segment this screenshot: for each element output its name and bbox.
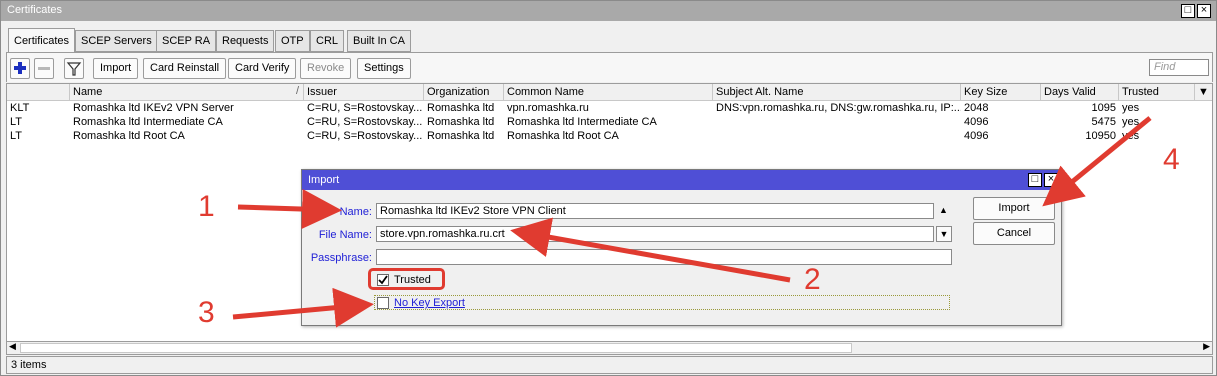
dialog-titlebar[interactable]: Import □ × xyxy=(302,170,1061,190)
col-subject-alt-name[interactable]: Subject Alt. Name xyxy=(713,84,961,101)
file-dropdown-icon[interactable]: ▼ xyxy=(936,226,952,242)
window-titlebar[interactable]: Certificates □ × xyxy=(1,1,1216,21)
row-issuer: C=RU, S=Rostovskay... xyxy=(307,102,423,114)
row-org: Romashka ltd xyxy=(427,116,495,128)
tab-otp[interactable]: OTP xyxy=(275,30,310,52)
row-cn: vpn.romashka.ru xyxy=(507,102,589,114)
scroll-thumb[interactable] xyxy=(20,343,852,353)
row-name: Romashka ltd Root CA xyxy=(73,130,185,142)
row-issuer: C=RU, S=Rostovskay... xyxy=(307,116,423,128)
sort-indicator: / xyxy=(295,85,299,97)
collapse-up-icon[interactable]: ▲ xyxy=(939,205,948,215)
window-title: Certificates xyxy=(7,4,63,16)
row-trusted: yes xyxy=(1122,116,1140,128)
no-key-export-label: No Key Export xyxy=(394,297,465,309)
tab-crl[interactable]: CRL xyxy=(310,30,345,52)
horizontal-scrollbar[interactable]: ◀ ▶ xyxy=(6,341,1213,355)
dialog-maximize-icon[interactable]: □ xyxy=(1028,173,1042,187)
scroll-left-icon[interactable]: ◀ xyxy=(9,341,16,352)
scroll-right-icon[interactable]: ▶ xyxy=(1203,341,1210,352)
passphrase-field[interactable] xyxy=(376,249,952,265)
name-label: Name: xyxy=(339,206,372,218)
dialog-close-icon[interactable]: × xyxy=(1044,173,1058,187)
row-name: Romashka ltd Intermediate CA xyxy=(73,116,223,128)
col-name[interactable]: Name / xyxy=(70,84,304,101)
toolbar: Import Card Reinstall Card Verify Revoke… xyxy=(6,52,1213,82)
find-input[interactable]: Find xyxy=(1149,59,1209,76)
row-days-valid: 1095 xyxy=(1091,102,1116,114)
row-key-size: 4096 xyxy=(964,116,989,128)
no-key-export-checkbox[interactable] xyxy=(377,297,389,309)
filter-button[interactable] xyxy=(64,58,84,79)
row-issuer: C=RU, S=Rostovskay... xyxy=(307,130,423,142)
row-flags: LT xyxy=(10,116,23,128)
tab-scep-ra[interactable]: SCEP RA xyxy=(156,30,217,52)
add-button[interactable] xyxy=(10,58,30,79)
columns-menu-icon[interactable]: ▼ xyxy=(1195,84,1212,101)
row-trusted: yes xyxy=(1122,130,1140,142)
col-name-label: Name xyxy=(73,86,103,98)
row-trusted: yes xyxy=(1122,102,1140,114)
trusted-checkbox[interactable] xyxy=(377,274,389,286)
tab-requests[interactable]: Requests xyxy=(216,30,275,52)
minus-icon xyxy=(38,67,50,70)
row-cn: Romashka ltd Intermediate CA xyxy=(507,116,657,128)
passphrase-label: Passphrase: xyxy=(310,252,372,264)
row-san xyxy=(713,129,961,143)
file-name-field[interactable]: store.vpn.romashka.ru.crt xyxy=(376,226,934,242)
col-common-name[interactable]: Common Name xyxy=(504,84,713,101)
import-dialog: Import □ × Name: Romashka ltd IKEv2 Stor… xyxy=(301,169,1062,326)
file-name-label: File Name: xyxy=(318,229,372,241)
table-row[interactable]: LT Romashka ltd Intermediate CA C=RU, S=… xyxy=(7,115,1212,129)
row-org: Romashka ltd xyxy=(427,102,495,114)
row-days-valid: 10950 xyxy=(1085,130,1116,142)
row-key-size: 2048 xyxy=(964,102,989,114)
col-key-size[interactable]: Key Size xyxy=(961,84,1041,101)
dialog-title: Import xyxy=(308,174,340,186)
filter-icon xyxy=(66,62,82,76)
dialog-cancel-button[interactable]: Cancel xyxy=(973,222,1055,245)
card-verify-button[interactable]: Card Verify xyxy=(228,58,297,79)
revoke-button[interactable]: Revoke xyxy=(300,58,352,79)
col-issuer[interactable]: Issuer xyxy=(304,84,424,101)
tab-scep-servers[interactable]: SCEP Servers xyxy=(75,30,158,52)
row-org: Romashka ltd xyxy=(427,130,495,142)
col-organization[interactable]: Organization xyxy=(424,84,504,101)
row-flags: KLT xyxy=(10,102,30,114)
status-bar: 3 items xyxy=(6,356,1213,374)
settings-button[interactable]: Settings xyxy=(357,58,411,79)
item-count: 3 items xyxy=(11,359,47,371)
plus-icon xyxy=(14,62,26,74)
dialog-import-button[interactable]: Import xyxy=(973,197,1055,220)
col-trusted[interactable]: Trusted xyxy=(1119,84,1195,101)
trusted-label: Trusted xyxy=(394,274,431,286)
checkmark-icon xyxy=(378,275,388,285)
tab-built-in-ca[interactable]: Built In CA xyxy=(347,30,411,52)
close-icon[interactable]: × xyxy=(1197,4,1211,18)
remove-button[interactable] xyxy=(34,58,54,79)
card-reinstall-button[interactable]: Card Reinstall xyxy=(143,58,227,79)
row-san: DNS:vpn.romashka.ru, DNS:gw.romashka.ru,… xyxy=(716,102,961,114)
row-name: Romashka ltd IKEv2 VPN Server xyxy=(73,102,234,114)
row-san xyxy=(713,115,961,129)
table-row[interactable]: LT Romashka ltd Root CA C=RU, S=Rostovsk… xyxy=(7,129,1212,143)
row-flags: LT xyxy=(10,130,23,142)
row-key-size: 4096 xyxy=(964,130,989,142)
table-header: Name / Issuer Organization Common Name S… xyxy=(7,84,1212,101)
row-days-valid: 5475 xyxy=(1091,116,1116,128)
import-button[interactable]: Import xyxy=(93,58,139,79)
row-cn: Romashka ltd Root CA xyxy=(507,130,619,142)
tab-certificates[interactable]: Certificates xyxy=(8,28,76,53)
maximize-icon[interactable]: □ xyxy=(1181,4,1195,18)
col-flags[interactable] xyxy=(7,84,70,101)
name-field[interactable]: Romashka ltd IKEv2 Store VPN Client xyxy=(376,203,934,219)
col-days-valid[interactable]: Days Valid xyxy=(1041,84,1119,101)
table-row[interactable]: KLT Romashka ltd IKEv2 VPN Server C=RU, … xyxy=(7,101,1212,115)
